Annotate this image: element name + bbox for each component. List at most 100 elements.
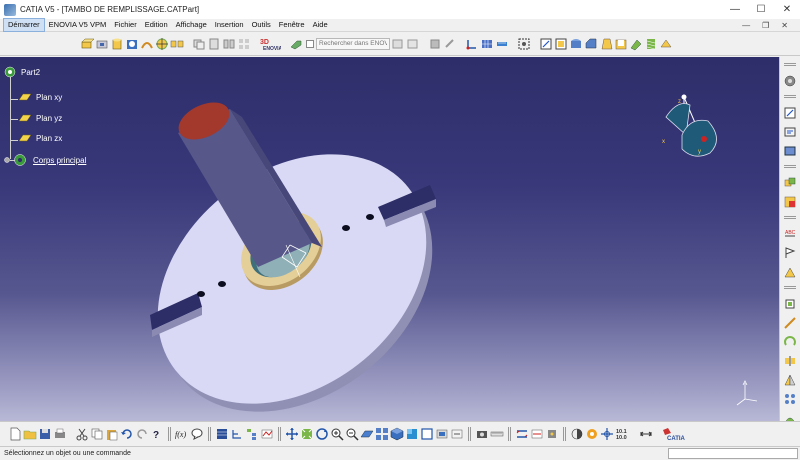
pattern-feature-icon[interactable] — [237, 37, 251, 51]
redo-icon[interactable] — [135, 427, 149, 441]
apply-material-icon[interactable] — [570, 427, 584, 441]
render-style-icon[interactable] — [420, 427, 434, 441]
tree-node-plan-yz[interactable]: Plan yz — [18, 113, 62, 123]
open-folder-icon[interactable] — [23, 427, 37, 441]
capture-icon[interactable] — [475, 427, 489, 441]
command-input[interactable] — [668, 448, 798, 459]
save-icon[interactable] — [38, 427, 52, 441]
symmetry-icon[interactable] — [783, 354, 797, 368]
cut-icon[interactable] — [75, 427, 89, 441]
thickness-icon[interactable] — [629, 37, 643, 51]
mirror-icon[interactable] — [783, 373, 797, 387]
pattern-icon[interactable] — [783, 392, 797, 406]
sketch-target-icon[interactable] — [155, 37, 169, 51]
tree-view-icon[interactable] — [245, 427, 259, 441]
multi-pad-icon[interactable] — [170, 37, 184, 51]
rotate-icon[interactable] — [783, 335, 797, 349]
undo-icon[interactable] — [120, 427, 134, 441]
measure-item-icon[interactable] — [530, 427, 544, 441]
paste-feature-icon[interactable] — [207, 37, 221, 51]
scale-icon[interactable] — [783, 297, 797, 311]
close-button[interactable]: ✕ — [774, 0, 800, 19]
material-icon[interactable] — [783, 144, 797, 158]
help-icon[interactable]: ? — [150, 427, 164, 441]
constraint-icon[interactable] — [783, 106, 797, 120]
rib-icon[interactable] — [140, 37, 154, 51]
fit-all-in-icon[interactable] — [300, 427, 314, 441]
swap-space-icon[interactable] — [450, 427, 464, 441]
menu-affichage[interactable]: Affichage — [172, 19, 211, 31]
assembly-icon[interactable] — [783, 74, 797, 88]
positioned-sketch-icon[interactable] — [554, 37, 568, 51]
pan-icon[interactable] — [285, 427, 299, 441]
measure-icon[interactable] — [495, 37, 509, 51]
normal-view-icon[interactable] — [360, 427, 374, 441]
iso-view-icon[interactable] — [390, 427, 404, 441]
measure-inertia-icon[interactable] — [545, 427, 559, 441]
menu-enovia[interactable]: ENOVIA V5 VPM — [45, 19, 111, 31]
annotation-icon[interactable] — [783, 125, 797, 139]
units-icon[interactable]: 10.110.0 — [615, 427, 631, 441]
sketcher-icon[interactable] — [539, 37, 553, 51]
shading-icon[interactable] — [405, 427, 419, 441]
menu-aide[interactable]: Aide — [309, 19, 332, 31]
multi-view-icon[interactable] — [375, 427, 389, 441]
enovia-send-icon[interactable] — [428, 37, 442, 51]
pad-icon[interactable] — [80, 37, 94, 51]
menu-insertion[interactable]: Insertion — [211, 19, 248, 31]
shell-icon[interactable] — [614, 37, 628, 51]
graph-icon[interactable] — [260, 427, 274, 441]
zoom-in-icon[interactable] — [330, 427, 344, 441]
copy-feature-icon[interactable] — [192, 37, 206, 51]
menu-fichier[interactable]: Fichier — [110, 19, 141, 31]
tree-node-body[interactable]: Corps principal — [3, 153, 86, 167]
pocket-icon[interactable] — [95, 37, 109, 51]
enovia-search-input[interactable] — [316, 37, 390, 50]
search-options-icon[interactable] — [391, 37, 405, 51]
depth-effect-icon[interactable] — [600, 427, 614, 441]
search-go-icon[interactable] — [406, 37, 420, 51]
menu-fenetre[interactable]: Fenêtre — [275, 19, 309, 31]
shaft-icon[interactable] — [110, 37, 124, 51]
doc-minimize-button[interactable]: — — [742, 21, 750, 30]
copy-icon[interactable] — [90, 427, 104, 441]
axis-system-icon[interactable] — [465, 37, 479, 51]
menu-outils[interactable]: Outils — [248, 19, 275, 31]
catia-logo-icon[interactable]: CATIA — [661, 427, 687, 441]
fit-all-icon[interactable] — [517, 37, 531, 51]
hole-icon[interactable] — [125, 37, 139, 51]
3d-viewport[interactable]: Part2 Plan xy Plan yz Plan zx Corps prin… — [0, 57, 779, 421]
boolean-add-icon[interactable] — [783, 176, 797, 190]
comment-icon[interactable] — [190, 427, 204, 441]
text-abc-icon[interactable]: ABC — [783, 227, 797, 241]
hide-show-icon[interactable] — [435, 427, 449, 441]
dimension-icon[interactable] — [639, 427, 653, 441]
compass-icon[interactable]: z x y — [660, 91, 730, 167]
maximize-button[interactable]: ☐ — [748, 0, 774, 19]
paste-icon[interactable] — [105, 427, 119, 441]
menu-edition[interactable]: Edition — [141, 19, 172, 31]
datum-icon[interactable] — [783, 265, 797, 279]
draft-icon[interactable] — [599, 37, 613, 51]
new-file-icon[interactable] — [8, 427, 22, 441]
knowledge-icon[interactable] — [585, 427, 599, 441]
tree-node-plan-xy[interactable]: Plan xy — [18, 92, 62, 102]
enovia-explore-icon[interactable] — [289, 37, 303, 51]
catalog-icon[interactable] — [215, 427, 229, 441]
rotate-view-icon[interactable] — [315, 427, 329, 441]
remove-face-icon[interactable] — [659, 37, 673, 51]
print-icon[interactable] — [53, 427, 67, 441]
zoom-out-icon[interactable] — [345, 427, 359, 441]
flag-note-icon[interactable] — [783, 246, 797, 260]
translate-icon[interactable] — [783, 316, 797, 330]
doc-restore-button[interactable]: ❐ — [762, 21, 769, 30]
chamfer-icon[interactable] — [584, 37, 598, 51]
formula-icon[interactable]: f(x) — [175, 427, 189, 441]
boolean-remove-icon[interactable] — [783, 195, 797, 209]
tree-expand-icon[interactable] — [230, 427, 244, 441]
grid-points-icon[interactable] — [480, 37, 494, 51]
minimize-button[interactable]: — — [722, 0, 748, 19]
menu-demarrer[interactable]: Démarrer — [3, 18, 45, 32]
tree-node-plan-zx[interactable]: Plan zx — [18, 133, 62, 143]
enovia-logo-icon[interactable]: 3DENOVIA — [259, 37, 281, 51]
